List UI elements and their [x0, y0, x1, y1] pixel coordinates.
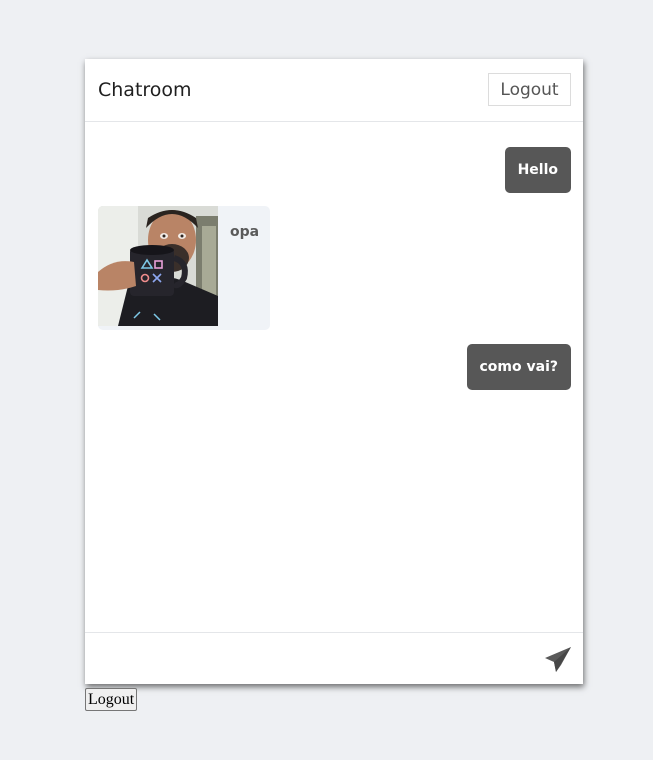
paper-plane-icon: [545, 647, 571, 672]
incoming-message: opa: [98, 206, 270, 330]
send-button[interactable]: [543, 645, 573, 675]
incoming-message-text: opa: [230, 224, 260, 240]
page-logout-button[interactable]: Logout: [85, 688, 138, 711]
outgoing-message: como vai?: [466, 344, 571, 390]
chat-header: Chatroom Logout: [85, 59, 583, 122]
message-input[interactable]: [85, 633, 525, 684]
message-composer: [85, 632, 583, 685]
chat-window: Chatroom Logout Hello opa como vai?: [85, 59, 583, 684]
message-list: Hello opa como vai?: [85, 122, 583, 632]
chat-title: Chatroom: [98, 79, 192, 101]
header-logout-button[interactable]: Logout: [488, 73, 571, 106]
outgoing-message: Hello: [504, 147, 571, 193]
user-photo: [98, 206, 218, 326]
